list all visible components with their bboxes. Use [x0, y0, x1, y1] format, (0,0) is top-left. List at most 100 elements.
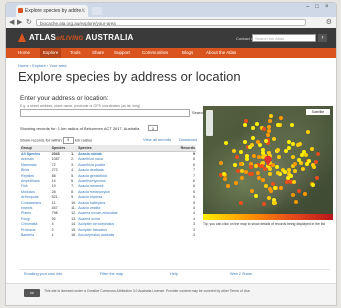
maximize-icon[interactable]: □	[315, 4, 319, 10]
header-search-button[interactable]: ›	[318, 34, 327, 42]
address-input[interactable]	[20, 109, 190, 117]
map-legend	[203, 214, 333, 220]
list-toolbar: Show records for within 5 km radius	[20, 137, 92, 144]
occurrence-point[interactable]	[272, 186, 277, 191]
nav-item-tools[interactable]: Tools	[70, 48, 81, 58]
footer: cc This site is licensed under a Creativ…	[6, 283, 336, 305]
table-body: All Species 2043 1. Acacia rubida 9 Animals 10…	[20, 152, 196, 239]
occurrence-point[interactable]	[292, 179, 297, 184]
address-label: Enter your address or location:	[20, 95, 109, 102]
radius-select[interactable]: 1	[148, 125, 158, 131]
help-link[interactable]: Help	[170, 272, 178, 276]
breadcrumb[interactable]: Home › Explore › Your area	[18, 63, 66, 68]
bottom-links: Emailing your own info Filter the map He…	[20, 269, 330, 278]
occurrence-point[interactable]	[238, 200, 243, 205]
occurrence-point[interactable]	[255, 170, 260, 175]
nav-item-communities[interactable]: Communities	[142, 48, 168, 58]
minimize-icon[interactable]: –	[306, 4, 309, 10]
wrench-icon[interactable]: ⚙	[326, 18, 332, 26]
occurrence-point[interactable]	[223, 176, 228, 181]
share-link[interactable]: Web 2 Share	[230, 272, 252, 276]
table-row[interactable]: Bacteria 1 16. Acrocephalus australis 3	[20, 233, 196, 238]
email-link[interactable]: Emailing your own info	[24, 272, 62, 276]
occurrence-point[interactable]	[231, 148, 236, 153]
occurrence-point[interactable]	[236, 168, 241, 173]
address-hint: E.g. a street address, place name, postc…	[20, 104, 141, 108]
logo-living: LIVING	[62, 36, 84, 42]
nav-item-explore[interactable]: Explore	[40, 48, 62, 58]
occurrence-point[interactable]	[274, 164, 279, 169]
records-cell: 3	[193, 233, 195, 238]
occurrence-point[interactable]	[315, 175, 320, 180]
occurrence-point[interactable]	[272, 200, 277, 205]
occurrence-point[interactable]	[251, 153, 256, 158]
creative-commons-icon[interactable]: cc	[24, 289, 40, 297]
occurrence-point[interactable]	[234, 180, 239, 185]
occurrence-point[interactable]	[243, 170, 248, 175]
occurrence-point[interactable]	[310, 146, 315, 151]
occurrence-point[interactable]	[292, 168, 297, 173]
tab-close-icon[interactable]: ×	[81, 5, 85, 17]
occurrence-point[interactable]	[238, 161, 243, 166]
occurrence-point[interactable]	[286, 145, 291, 150]
back-icon[interactable]: ◀	[9, 18, 14, 27]
header-search-input[interactable]: Search the Atlas	[252, 34, 316, 42]
occurrence-point[interactable]	[266, 196, 271, 201]
download-link[interactable]: Download	[179, 137, 197, 142]
page-title: Explore species by address or location	[18, 69, 241, 84]
occurrence-point[interactable]	[243, 118, 248, 123]
occurrence-point[interactable]	[256, 139, 261, 144]
reload-icon[interactable]: ↻	[26, 18, 32, 27]
filter-map-link[interactable]: Filter the map	[100, 272, 123, 276]
occurrence-point[interactable]	[305, 129, 310, 134]
ala-logo-icon[interactable]	[18, 33, 26, 42]
occurrence-point[interactable]	[290, 154, 295, 159]
close-window-icon[interactable]: ×	[325, 4, 329, 10]
view-all-records-link[interactable]: View all records	[143, 137, 171, 142]
occurrence-point[interactable]	[286, 175, 291, 180]
occurrence-point[interactable]	[305, 161, 310, 166]
nav-item-blogs[interactable]: Blogs	[182, 48, 193, 58]
occurrence-point[interactable]	[242, 123, 247, 128]
nav-item-about[interactable]: About the Atlas	[206, 48, 236, 58]
occurrence-point[interactable]	[238, 149, 243, 154]
occurrence-point[interactable]	[301, 166, 306, 171]
occurrence-point[interactable]	[278, 185, 283, 190]
occurrence-point[interactable]	[260, 163, 265, 168]
nav-item-support[interactable]: Support	[114, 48, 130, 58]
occurrence-point[interactable]	[286, 167, 291, 172]
radius-dropdown[interactable]: 5	[62, 137, 74, 144]
species-table: Group Species Species Records All Specie…	[20, 145, 196, 239]
group-cell[interactable]: Bacteria	[20, 233, 51, 238]
within-label: within	[51, 137, 62, 143]
zoom-control[interactable]	[206, 110, 213, 136]
occurrence-point[interactable]	[314, 159, 319, 164]
browser-tab[interactable]: Explore species by addre... ×	[16, 5, 88, 17]
occurrence-point[interactable]	[251, 135, 256, 140]
site-header: ATLASofLIVING AUSTRALIA Contact us Searc…	[6, 28, 336, 48]
species-name-cell[interactable]: Acrocephalus australis	[77, 233, 180, 238]
nav-item-home[interactable]: Home	[18, 48, 30, 58]
occurrence-point[interactable]	[250, 125, 255, 130]
occurrence-point[interactable]	[248, 165, 253, 170]
logo-australia: AUSTRALIA	[85, 33, 134, 42]
nav-item-share[interactable]: Share	[92, 48, 104, 58]
map-type-button[interactable]: Satellite	[306, 109, 330, 115]
occurrence-point[interactable]	[275, 148, 280, 153]
occurrence-point[interactable]	[254, 121, 259, 126]
index-cell: 16.	[71, 233, 77, 238]
occurrence-point[interactable]	[242, 139, 247, 144]
occurrence-point[interactable]	[290, 141, 295, 146]
occurrence-point[interactable]	[267, 187, 272, 192]
new-tab-button[interactable]	[92, 7, 102, 15]
show-records-label: Show records for	[20, 137, 51, 143]
occurrence-point[interactable]	[276, 155, 281, 160]
url-bar[interactable]: biocache.ala.org.au/explore/your-area	[36, 19, 306, 26]
forward-icon[interactable]: ▶	[17, 18, 22, 27]
site-logo[interactable]: ATLASofLIVING AUSTRALIA	[29, 33, 134, 42]
map[interactable]: Satellite	[203, 106, 333, 214]
browser-window: Explore species by addre... × – □ × ◀ ▶ …	[6, 3, 336, 305]
occurrence-point[interactable]	[262, 167, 267, 172]
tab-title: Explore species by addre...	[25, 8, 86, 14]
occurrence-point[interactable]	[291, 192, 296, 197]
